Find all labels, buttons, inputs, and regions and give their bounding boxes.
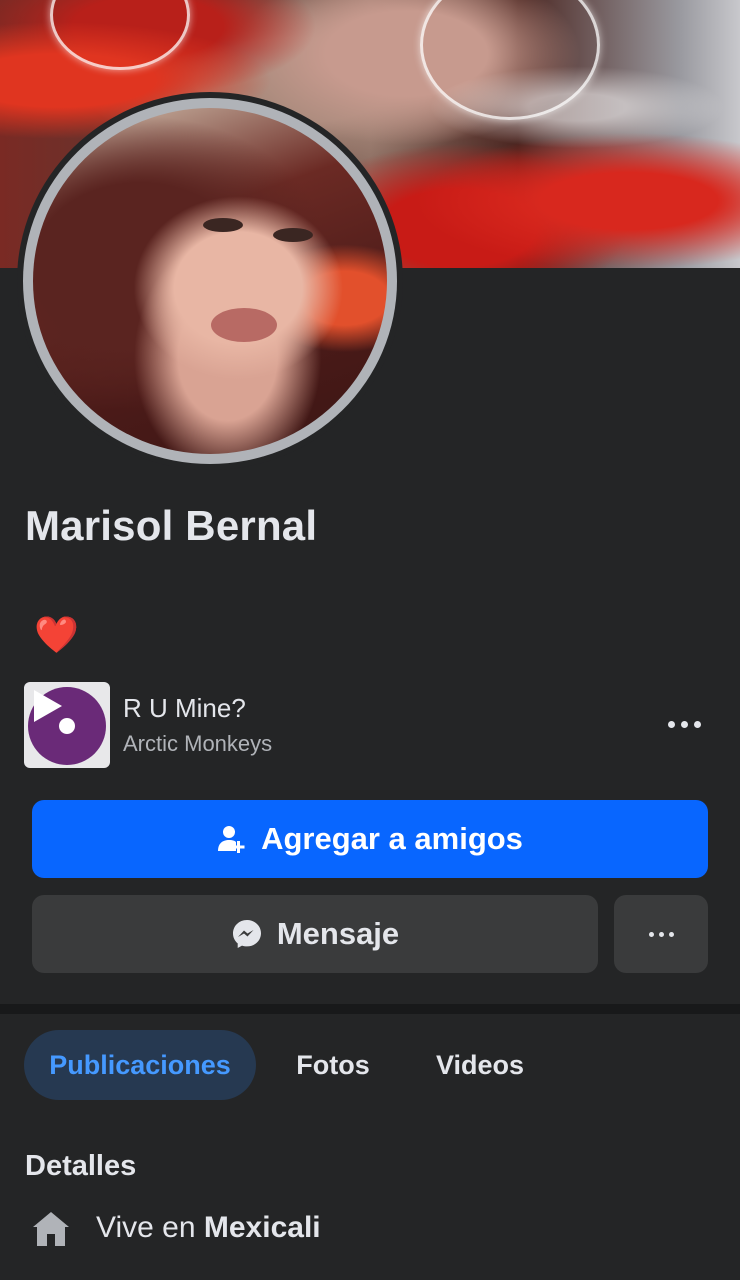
more-options-button[interactable] [614,895,708,973]
ellipsis-dot [658,931,664,937]
lives-in-detail[interactable]: Vive en Mexicali [96,1211,321,1245]
home-icon [33,1212,69,1246]
album-art[interactable] [24,682,110,768]
ellipsis-icon [648,931,654,937]
lives-in-prefix: Vive en [96,1211,196,1244]
tab-fotos[interactable]: Fotos [282,1030,384,1100]
ellipsis-icon [667,720,675,728]
song-title[interactable]: R U Mine? [123,693,246,724]
add-friend-label: Agregar a amigos [261,821,523,856]
neon-decoration [420,0,600,120]
avatar-image [33,108,387,454]
play-icon[interactable] [34,690,62,722]
ellipsis-dot [693,720,701,728]
tab-publicaciones[interactable]: Publicaciones [24,1030,256,1100]
bio-heart-emoji: ❤️ [34,615,79,656]
song-more-button[interactable] [660,706,708,742]
add-friend-button[interactable]: Agregar a amigos [32,800,708,878]
profile-avatar[interactable] [23,98,397,464]
tab-videos[interactable]: Videos [420,1030,540,1100]
ellipsis-dot [680,720,688,728]
person-plus-icon [218,826,245,853]
details-heading: Detalles [25,1150,137,1182]
messenger-icon [232,920,261,948]
avatar-lips [211,308,277,342]
neon-decoration [50,0,190,70]
message-label: Mensaje [276,916,400,951]
song-artist[interactable]: Arctic Monkeys [123,731,272,757]
message-button[interactable]: Mensaje [32,895,598,973]
ellipsis-dot [668,931,674,937]
avatar-eye [203,218,243,232]
lives-in-city[interactable]: Mexicali [204,1211,321,1244]
section-divider [0,1004,740,1014]
profile-name: Marisol Bernal [25,502,318,549]
avatar-eye [273,228,313,242]
